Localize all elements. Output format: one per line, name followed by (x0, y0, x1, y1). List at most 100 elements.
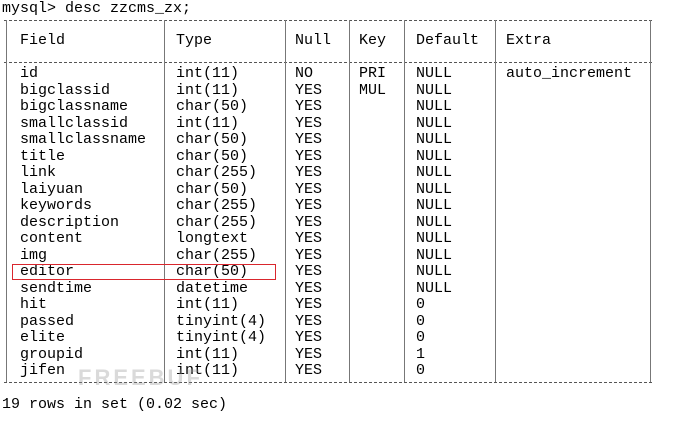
cell-type: char(50) (176, 131, 249, 148)
cell-type: char(255) (176, 164, 258, 181)
cell-type: char(50) (176, 147, 249, 165)
cell-field: keywords (20, 197, 93, 214)
cell-type: int(11) (176, 296, 240, 313)
cell-type: int(11) (176, 345, 240, 363)
table-row: hit int(11) YES 0 (4, 296, 652, 314)
table-row: bigclassid int(11) YES MUL NULL (4, 81, 652, 100)
cell-null: YES (295, 98, 323, 115)
cell-field: jifen (20, 362, 66, 379)
cell-key: PRI (359, 65, 387, 82)
cell-field: elite (20, 329, 66, 346)
table-row: img char(255) YES NULL (4, 246, 652, 265)
cell-default: NULL (416, 246, 453, 264)
cell-field: hit (20, 296, 48, 313)
cell-default: NULL (416, 197, 453, 214)
cell-default: 0 (416, 329, 426, 346)
column-header-type: Type (176, 32, 213, 49)
cell-default: NULL (416, 263, 453, 280)
cell-default: NULL (416, 147, 453, 165)
cell-null: YES (295, 213, 323, 231)
cell-null: YES (295, 312, 323, 330)
cell-type: tinyint(4) (176, 312, 267, 330)
cell-field: id (20, 65, 39, 82)
cell-type: int(11) (176, 65, 240, 82)
cell-key: MUL (359, 81, 387, 99)
cell-field: description (20, 213, 120, 231)
table-row: link char(255) YES NULL (4, 164, 652, 182)
table-border-top (4, 20, 652, 21)
cell-null: YES (295, 246, 323, 264)
cell-null: YES (295, 362, 323, 379)
table-row: keywords char(255) YES NULL (4, 197, 652, 215)
command-prompt: mysql> desc zzcms_zx; (2, 0, 192, 17)
cell-default: NULL (416, 230, 453, 247)
cell-default: 1 (416, 345, 426, 363)
cell-default: NULL (416, 180, 453, 198)
cell-null: YES (295, 263, 323, 280)
cell-field: passed (20, 312, 75, 330)
cell-default: NULL (416, 65, 453, 82)
table-row: smallclassname char(50) YES NULL (4, 131, 652, 149)
cell-type: int(11) (176, 81, 240, 99)
watermark: FREEBUF (78, 365, 203, 390)
cell-default: NULL (416, 164, 453, 181)
cell-default: 0 (416, 362, 426, 379)
table-row: laiyuan char(50) YES NULL (4, 180, 652, 199)
cell-type: char(50) (176, 180, 249, 198)
result-summary: 19 rows in set (0.02 sec) (2, 396, 228, 413)
cell-null: YES (295, 345, 323, 363)
result-table: Field Type Null Key Default Extra id int(… (4, 20, 656, 390)
cell-field: img (20, 246, 48, 264)
table-row: groupid int(11) YES 1 (4, 345, 652, 364)
cell-null: NO (295, 65, 314, 82)
cell-field: title (20, 147, 66, 165)
cell-default: 0 (416, 296, 426, 313)
terminal-window: mysql> desc zzcms_zx; Field Type Null Ke… (0, 0, 690, 421)
cell-field: groupid (20, 345, 84, 363)
cell-field: bigclassname (20, 98, 129, 115)
cell-null: YES (295, 230, 323, 247)
table-row: elite tinyint(4) YES 0 (4, 329, 652, 347)
column-header-extra: Extra (506, 32, 552, 49)
column-header-key: Key (359, 32, 387, 49)
cell-null: YES (295, 164, 323, 181)
cell-default: NULL (416, 98, 453, 115)
cell-type: int(11) (176, 114, 240, 132)
cell-field: smallclassid (20, 114, 129, 132)
table-row: smallclassid int(11) YES NULL (4, 114, 652, 133)
table-row: content longtext YES NULL (4, 230, 652, 248)
column-header-null: Null (295, 32, 332, 49)
cell-null: YES (295, 180, 323, 198)
cell-type: char(50) (176, 98, 249, 115)
highlight-box (12, 263, 276, 280)
cell-default: NULL (416, 279, 453, 297)
cell-field: content (20, 230, 84, 247)
cell-default: NULL (416, 114, 453, 132)
cell-field: laiyuan (20, 180, 84, 198)
table-row: id int(11) NO PRI NULL auto_increment (4, 65, 652, 83)
table-row: passed tinyint(4) YES 0 (4, 312, 652, 331)
cell-null: YES (295, 296, 323, 313)
cell-default: NULL (416, 213, 453, 231)
table-header-separator (4, 62, 652, 63)
cell-null: YES (295, 197, 323, 214)
cell-null: YES (295, 114, 323, 132)
cell-type: char(255) (176, 197, 258, 214)
column-header-default: Default (416, 32, 480, 49)
cell-default: NULL (416, 131, 453, 148)
cell-field: smallclassname (20, 131, 147, 148)
cell-null: YES (295, 279, 323, 297)
column-header-field: Field (20, 32, 66, 49)
cell-default: NULL (416, 81, 453, 99)
cell-null: YES (295, 81, 323, 99)
cell-null: YES (295, 147, 323, 165)
table-row: title char(50) YES NULL (4, 147, 652, 166)
cell-field: link (20, 164, 57, 181)
cell-type: datetime (176, 279, 249, 297)
table-row: sendtime datetime YES NULL (4, 279, 652, 298)
table-row: description char(255) YES NULL (4, 213, 652, 232)
table-row: bigclassname char(50) YES NULL (4, 98, 652, 116)
cell-type: char(255) (176, 213, 258, 231)
cell-extra: auto_increment (506, 65, 633, 82)
cell-null: YES (295, 329, 323, 346)
